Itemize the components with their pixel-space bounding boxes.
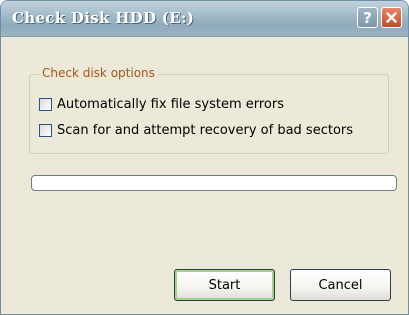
check-disk-options-group [29,74,389,154]
auto-fix-label[interactable]: Automatically fix file system errors [57,97,284,112]
scan-bad-sectors-option[interactable]: Scan for and attempt recovery of bad sec… [39,122,353,138]
close-button[interactable] [381,7,402,28]
scan-bad-sectors-label[interactable]: Scan for and attempt recovery of bad sec… [57,123,353,138]
cancel-button[interactable]: Cancel [290,269,391,301]
auto-fix-checkbox[interactable] [39,97,52,111]
start-button[interactable]: Start [174,269,275,301]
close-icon [386,12,397,23]
help-button[interactable]: ? [357,7,378,28]
question-mark-icon: ? [363,8,372,27]
progress-bar [31,175,397,191]
window-title: Check Disk HDD (E:) [12,9,195,27]
scan-bad-sectors-checkbox[interactable] [39,123,52,137]
check-disk-dialog: Check Disk HDD (E:) ? Check disk options… [0,0,409,315]
title-bar[interactable]: Check Disk HDD (E:) ? [1,1,408,37]
auto-fix-option[interactable]: Automatically fix file system errors [39,96,284,112]
group-legend: Check disk options [39,66,158,81]
